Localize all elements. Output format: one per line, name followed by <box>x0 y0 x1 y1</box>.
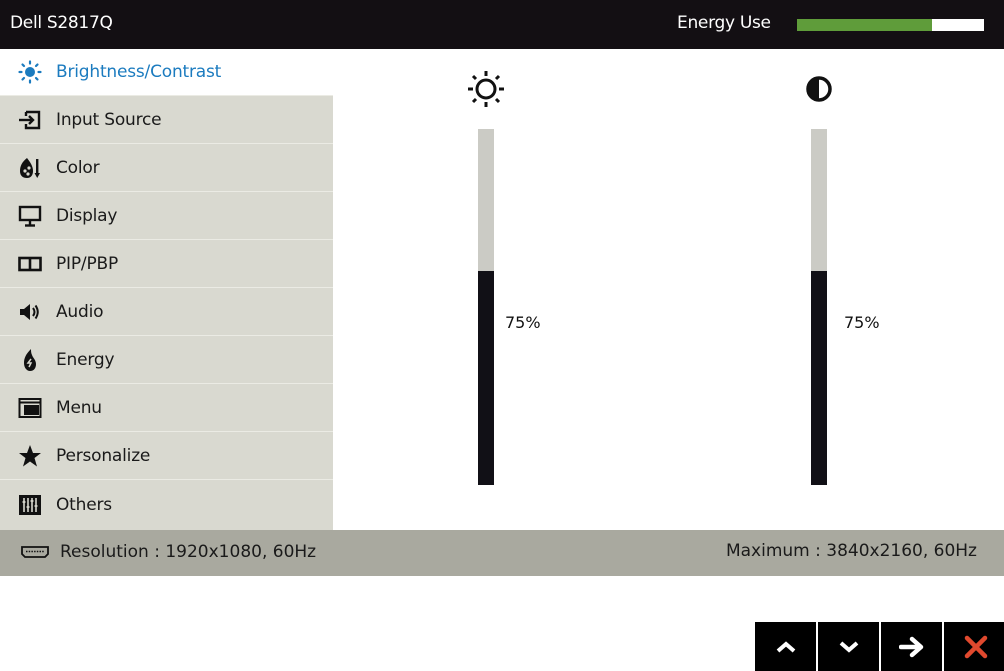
arrow-right-icon <box>898 636 923 657</box>
display-icon <box>17 203 43 229</box>
sidebar-item-energy[interactable]: Energy <box>0 337 333 384</box>
maximum-resolution-text: Maximum : 3840x2160, 60Hz <box>725 541 977 561</box>
sidebar-item-label: Input Source <box>56 110 162 130</box>
close-icon <box>964 635 987 658</box>
pip-pbp-icon <box>17 251 43 277</box>
sidebar-item-label: Brightness/Contrast <box>56 62 222 82</box>
chevron-down-icon <box>839 640 858 653</box>
audio-icon <box>17 299 43 325</box>
sun-icon <box>464 67 508 111</box>
up-button[interactable] <box>755 622 816 671</box>
brightness-icon <box>17 59 43 85</box>
energy-use-fill <box>797 19 932 31</box>
contrast-icon <box>797 67 841 111</box>
sidebar-item-color[interactable]: Color <box>0 145 333 192</box>
star-icon <box>17 443 43 469</box>
energy-use-meter <box>797 19 984 31</box>
color-icon <box>17 155 43 181</box>
sidebar-item-label: Others <box>56 494 112 515</box>
brightness-value: 75% <box>505 313 541 333</box>
sidebar-item-input-source[interactable]: Input Source <box>0 97 333 144</box>
status-bar: Resolution : 1920x1080, 60Hz Maximum : 3… <box>0 530 1004 576</box>
brightness-contrast-panel: 75% 75% <box>333 49 1004 530</box>
sidebar-item-audio[interactable]: Audio <box>0 289 333 336</box>
energy-use-label: Energy Use <box>677 13 771 33</box>
sidebar-item-label: Personalize <box>56 446 151 466</box>
sidebar-item-pip-pbp[interactable]: PIP/PBP <box>0 241 333 288</box>
menu-icon <box>17 395 43 421</box>
sidebar-item-menu[interactable]: Menu <box>0 385 333 432</box>
navigation-buttons <box>755 622 1004 671</box>
sidebar-item-personalize[interactable]: Personalize <box>0 433 333 480</box>
resolution-text: Resolution : 1920x1080, 60Hz <box>60 542 317 562</box>
sidebar-item-label: Menu <box>56 398 102 418</box>
sidebar-item-label: Energy <box>56 350 115 370</box>
input-source-icon <box>17 107 43 133</box>
sidebar-item-brightness-contrast[interactable]: Brightness/Contrast <box>0 49 333 96</box>
chevron-up-icon <box>776 640 795 653</box>
hdmi-connector-icon <box>20 545 50 559</box>
enter-button[interactable] <box>881 622 942 671</box>
contrast-value: 75% <box>844 313 880 333</box>
sidebar-item-others[interactable]: Others <box>0 481 333 528</box>
brightness-slider[interactable] <box>478 129 494 485</box>
energy-icon <box>17 347 43 373</box>
down-button[interactable] <box>818 622 879 671</box>
brightness-slider-fill <box>478 271 494 485</box>
sidebar-item-label: PIP/PBP <box>56 254 119 274</box>
sidebar-menu: Brightness/Contrast Input Source Color D… <box>0 49 333 530</box>
top-bar: Dell S2817Q Energy Use <box>0 0 1004 49</box>
sidebar-item-display[interactable]: Display <box>0 193 333 240</box>
exit-button[interactable] <box>944 622 1004 671</box>
current-resolution: Resolution : 1920x1080, 60Hz <box>20 542 316 562</box>
sidebar-item-label: Color <box>56 158 100 178</box>
monitor-model-title: Dell S2817Q <box>10 13 113 33</box>
contrast-slider-fill <box>811 271 827 485</box>
contrast-slider[interactable] <box>811 129 827 485</box>
others-icon <box>17 492 43 518</box>
sidebar-item-label: Audio <box>56 302 104 322</box>
sidebar-item-label: Display <box>56 206 118 226</box>
